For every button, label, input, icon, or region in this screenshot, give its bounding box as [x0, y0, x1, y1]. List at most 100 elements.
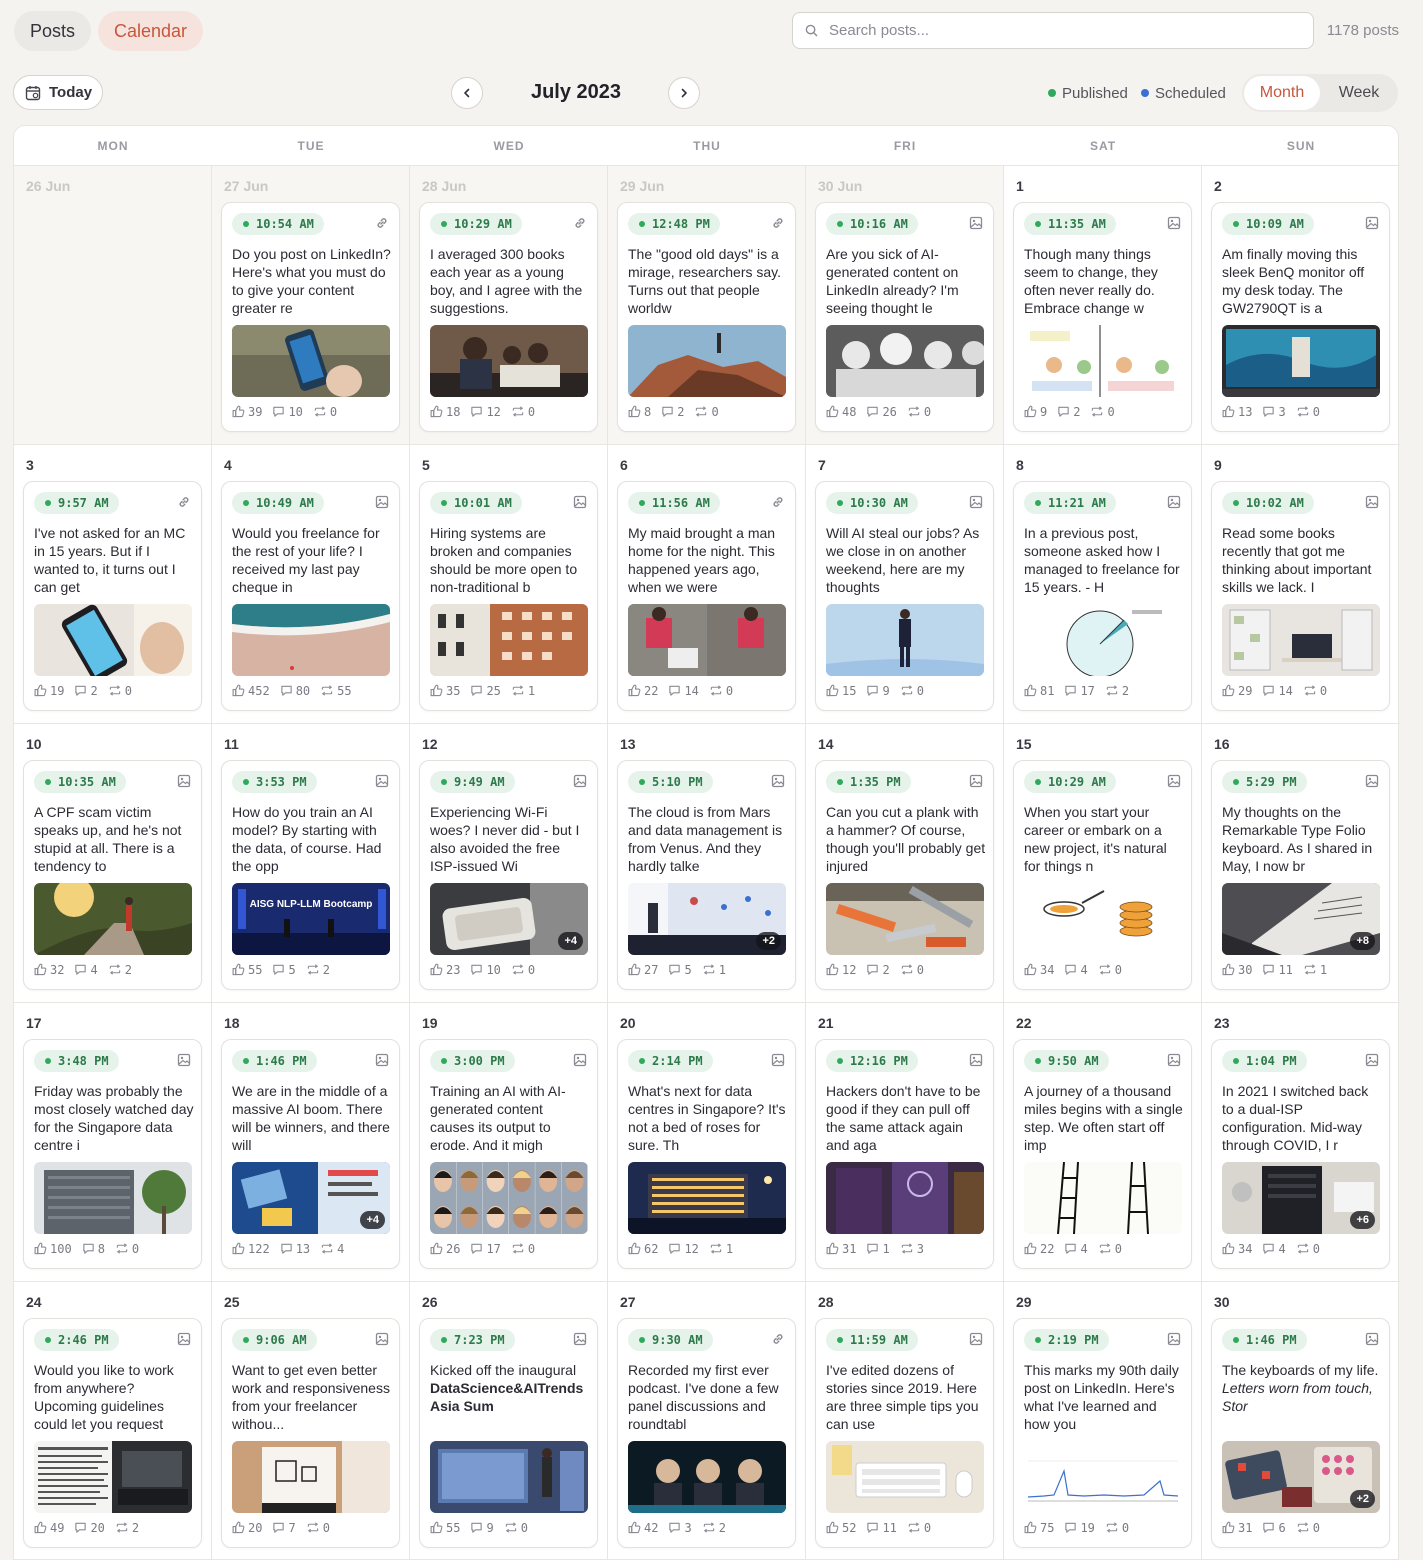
- day-cell[interactable]: 2 10:09 AM Am finally moving this sleek Be…: [1202, 166, 1400, 445]
- post-image[interactable]: +6: [1222, 1162, 1380, 1234]
- post-card[interactable]: 10:30 AM Will AI steal our jobs? As we cl…: [815, 481, 994, 711]
- day-cell[interactable]: 18 1:46 PM We are in the middle of a massi…: [212, 1003, 410, 1282]
- post-image[interactable]: [34, 604, 192, 676]
- post-image[interactable]: [430, 1162, 588, 1234]
- post-image[interactable]: +4: [430, 883, 588, 955]
- tab-calendar[interactable]: Calendar: [98, 11, 204, 51]
- day-cell[interactable]: 20 2:14 PM What's next for data centres in…: [608, 1003, 806, 1282]
- post-card[interactable]: 12:16 PM Hackers don't have to be good if…: [815, 1039, 994, 1269]
- day-cell[interactable]: 10 10:35 AM A CPF scam victim speaks up, a…: [14, 724, 212, 1003]
- day-cell[interactable]: 22 9:50 AM A journey of a thousand miles b…: [1004, 1003, 1202, 1282]
- post-card[interactable]: 12:48 PM The "good old days" is a mirage,…: [617, 202, 796, 432]
- day-cell[interactable]: 21 12:16 PM Hackers don't have to be good …: [806, 1003, 1004, 1282]
- day-cell[interactable]: 23 1:04 PM In 2021 I switched back to a du…: [1202, 1003, 1400, 1282]
- post-image[interactable]: [826, 1441, 984, 1513]
- post-image[interactable]: [826, 604, 984, 676]
- post-image[interactable]: [628, 1441, 786, 1513]
- day-cell[interactable]: 13 5:10 PM The cloud is from Mars and data…: [608, 724, 806, 1003]
- post-card[interactable]: 10:35 AM A CPF scam victim speaks up, and…: [23, 760, 202, 990]
- post-card[interactable]: 10:01 AM Hiring systems are broken and co…: [419, 481, 598, 711]
- day-cell[interactable]: 7 10:30 AM Will AI steal our jobs? As we c…: [806, 445, 1004, 724]
- post-card[interactable]: 10:54 AM Do you post on LinkedIn? Here's …: [221, 202, 400, 432]
- post-card[interactable]: 3:48 PM Friday was probably the most clos…: [23, 1039, 202, 1269]
- day-cell[interactable]: 27 9:30 AM Recorded my first ever podcast.…: [608, 1282, 806, 1560]
- day-cell[interactable]: 29 2:19 PM This marks my 90th daily post o…: [1004, 1282, 1202, 1560]
- post-image[interactable]: [1024, 604, 1182, 676]
- day-cell[interactable]: 8 11:21 AM In a previous post, someone ask…: [1004, 445, 1202, 724]
- post-card[interactable]: 11:35 AM Though many things seem to chang…: [1013, 202, 1192, 432]
- post-card[interactable]: 11:21 AM In a previous post, someone aske…: [1013, 481, 1192, 711]
- post-card[interactable]: 10:29 AM When you start your career or em…: [1013, 760, 1192, 990]
- day-cell[interactable]: 24 2:46 PM Would you like to work from any…: [14, 1282, 212, 1560]
- post-image[interactable]: [1024, 1441, 1182, 1513]
- post-image[interactable]: [1024, 325, 1182, 397]
- post-image[interactable]: [1222, 604, 1380, 676]
- post-card[interactable]: 1:35 PM Can you cut a plank with a hammer…: [815, 760, 994, 990]
- post-card[interactable]: 10:09 AM Am finally moving this sleek Ben…: [1211, 202, 1390, 432]
- post-card[interactable]: 11:56 AM My maid brought a man home for t…: [617, 481, 796, 711]
- post-image[interactable]: AISG NLP-LLM Bootcamp: [232, 883, 390, 955]
- post-image[interactable]: [628, 1162, 786, 1234]
- day-cell[interactable]: 3 9:57 AM I've not asked for an MC in 15 y…: [14, 445, 212, 724]
- day-cell[interactable]: 19 3:00 PM Training an AI with AI-generate…: [410, 1003, 608, 1282]
- day-cell[interactable]: 26 7:23 PM Kicked off the inaugural DataSc…: [410, 1282, 608, 1560]
- post-card[interactable]: 1:46 PM We are in the middle of a massive…: [221, 1039, 400, 1269]
- post-image[interactable]: [628, 325, 786, 397]
- post-image[interactable]: [34, 883, 192, 955]
- post-image[interactable]: [232, 1441, 390, 1513]
- tab-posts[interactable]: Posts: [14, 11, 92, 51]
- today-button[interactable]: Today: [13, 75, 103, 110]
- post-card[interactable]: 9:06 AM Want to get even better work and …: [221, 1318, 400, 1548]
- post-card[interactable]: 7:23 PM Kicked off the inaugural DataScie…: [419, 1318, 598, 1548]
- search-input[interactable]: [829, 13, 1299, 48]
- post-image[interactable]: [430, 325, 588, 397]
- view-week-button[interactable]: Week: [1322, 76, 1396, 110]
- day-cell[interactable]: 12 9:49 AM Experiencing Wi-Fi woes? I neve…: [410, 724, 608, 1003]
- day-cell[interactable]: 28 Jun 10:29 AM I averaged 300 books each …: [410, 166, 608, 445]
- post-card[interactable]: 10:49 AM Would you freelance for the rest…: [221, 481, 400, 711]
- day-cell[interactable]: 28 11:59 AM I've edited dozens of stories …: [806, 1282, 1004, 1560]
- prev-month-button[interactable]: [451, 77, 483, 109]
- post-card[interactable]: 2:14 PM What's next for data centres in S…: [617, 1039, 796, 1269]
- day-cell[interactable]: 4 10:49 AM Would you freelance for the res…: [212, 445, 410, 724]
- post-card[interactable]: 9:57 AM I've not asked for an MC in 15 ye…: [23, 481, 202, 711]
- day-cell[interactable]: 15 10:29 AM When you start your career or …: [1004, 724, 1202, 1003]
- post-card[interactable]: 11:59 AM I've edited dozens of stories si…: [815, 1318, 994, 1548]
- post-image[interactable]: [430, 604, 588, 676]
- post-image[interactable]: [1024, 1162, 1182, 1234]
- day-cell[interactable]: 17 3:48 PM Friday was probably the most cl…: [14, 1003, 212, 1282]
- day-cell[interactable]: 1 11:35 AM Though many things seem to chan…: [1004, 166, 1202, 445]
- post-image[interactable]: +2: [1222, 1441, 1380, 1513]
- post-image[interactable]: [1024, 883, 1182, 955]
- day-cell[interactable]: 6 11:56 AM My maid brought a man home for …: [608, 445, 806, 724]
- post-card[interactable]: 2:19 PM This marks my 90th daily post on …: [1013, 1318, 1192, 1548]
- post-card[interactable]: 5:10 PM The cloud is from Mars and data m…: [617, 760, 796, 990]
- post-card[interactable]: 2:46 PM Would you like to work from anywh…: [23, 1318, 202, 1548]
- post-card[interactable]: 10:02 AM Read some books recently that go…: [1211, 481, 1390, 711]
- day-cell[interactable]: 14 1:35 PM Can you cut a plank with a hamm…: [806, 724, 1004, 1003]
- post-card[interactable]: 1:04 PM In 2021 I switched back to a dual…: [1211, 1039, 1390, 1269]
- post-card[interactable]: 9:30 AM Recorded my first ever podcast. I…: [617, 1318, 796, 1548]
- post-image[interactable]: [826, 1162, 984, 1234]
- day-cell[interactable]: 30 Jun 10:16 AM Are you sick of AI-generat…: [806, 166, 1004, 445]
- post-image[interactable]: [430, 1441, 588, 1513]
- day-cell[interactable]: 25 9:06 AM Want to get even better work an…: [212, 1282, 410, 1560]
- post-card[interactable]: 3:00 PM Training an AI with AI-generated …: [419, 1039, 598, 1269]
- post-image[interactable]: [34, 1441, 192, 1513]
- day-cell[interactable]: 30 1:46 PM The keyboards of my life. Lette…: [1202, 1282, 1400, 1560]
- post-card[interactable]: 9:49 AM Experiencing Wi-Fi woes? I never …: [419, 760, 598, 990]
- day-cell[interactable]: 9 10:02 AM Read some books recently that g…: [1202, 445, 1400, 724]
- day-cell[interactable]: 11 3:53 PM How do you train an AI model? B…: [212, 724, 410, 1003]
- post-card[interactable]: 9:50 AM A journey of a thousand miles beg…: [1013, 1039, 1192, 1269]
- day-cell[interactable]: 16 5:29 PM My thoughts on the Remarkable T…: [1202, 724, 1400, 1003]
- post-card[interactable]: 5:29 PM My thoughts on the Remarkable Typ…: [1211, 760, 1390, 990]
- post-image[interactable]: [232, 325, 390, 397]
- day-cell[interactable]: 29 Jun 12:48 PM The "good old days" is a m…: [608, 166, 806, 445]
- post-image[interactable]: [232, 604, 390, 676]
- post-image[interactable]: +2: [628, 883, 786, 955]
- post-image[interactable]: [1222, 325, 1380, 397]
- post-image[interactable]: [826, 883, 984, 955]
- day-cell[interactable]: 26 Jun: [14, 166, 212, 445]
- day-cell[interactable]: 5 10:01 AM Hiring systems are broken and c…: [410, 445, 608, 724]
- post-image[interactable]: +8: [1222, 883, 1380, 955]
